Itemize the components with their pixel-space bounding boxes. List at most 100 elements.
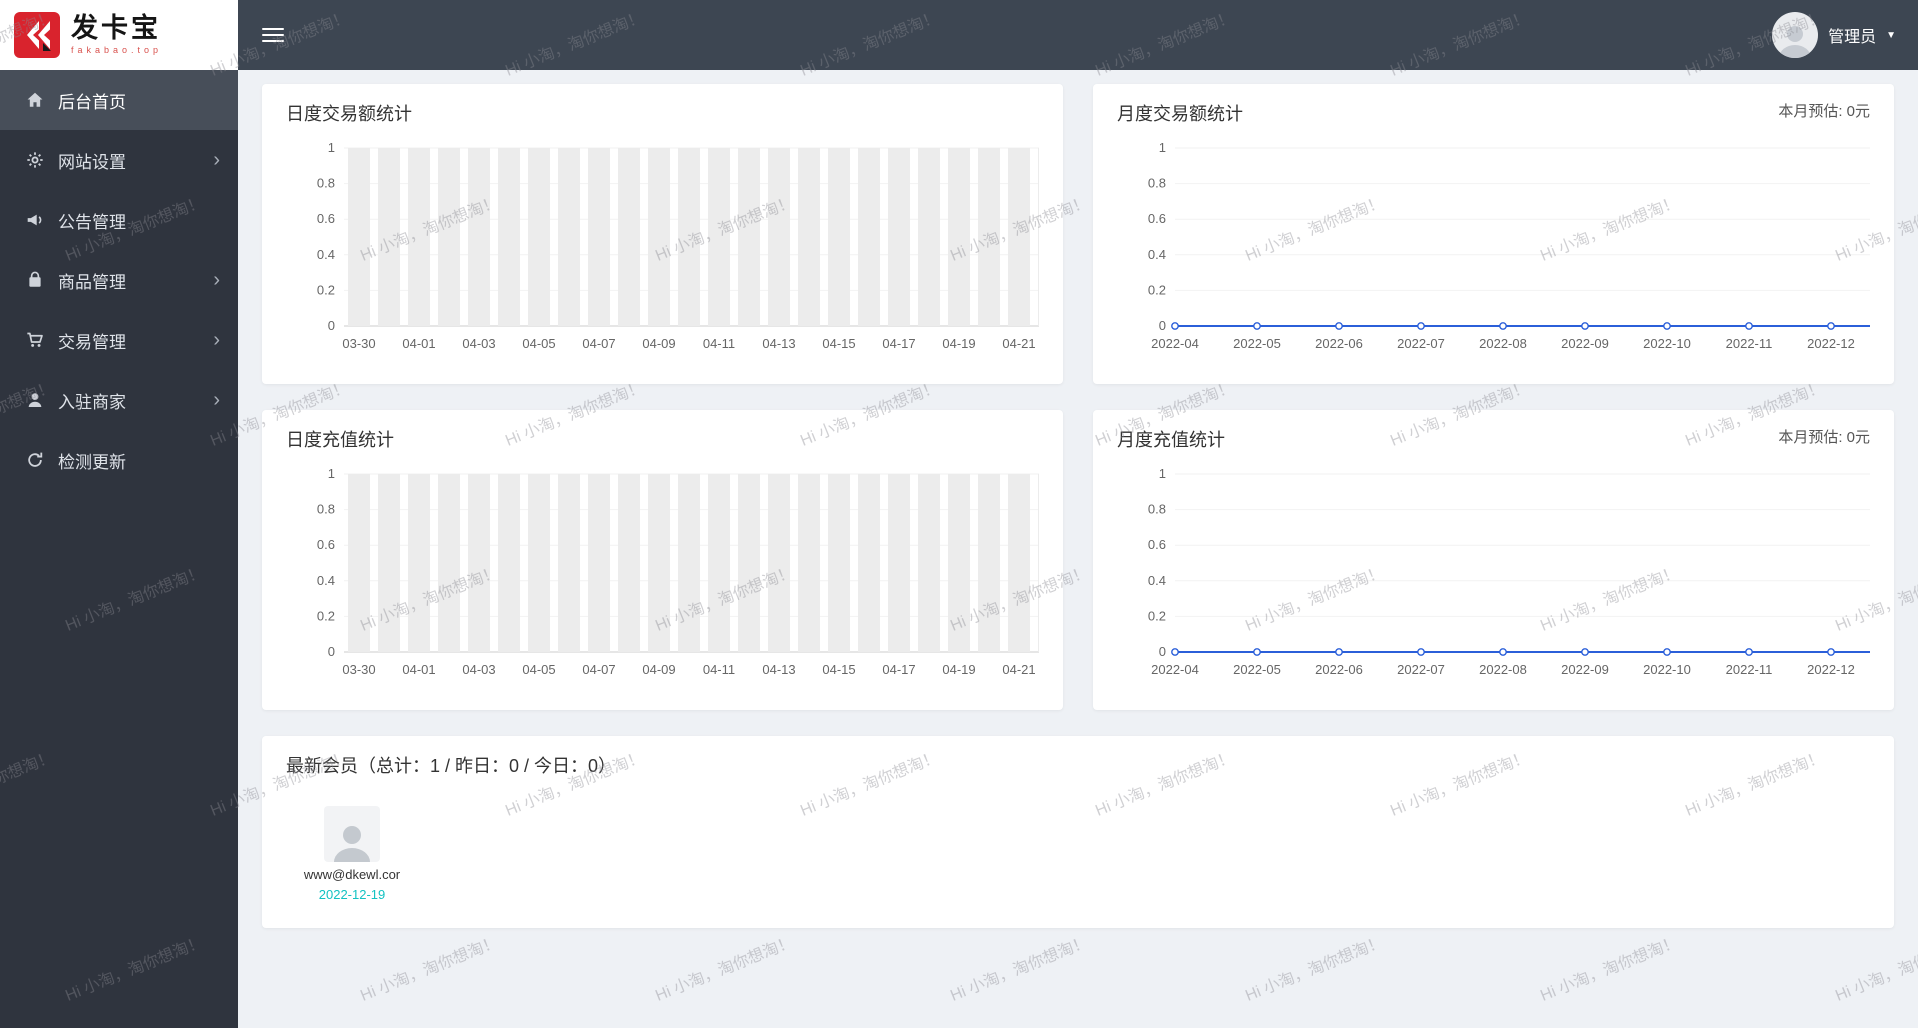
sidebar-item-dashboard[interactable]: 后台首页 bbox=[0, 70, 238, 130]
svg-text:2022-09: 2022-09 bbox=[1561, 662, 1609, 677]
brand-logo[interactable]: 发卡宝 fakabao.top bbox=[0, 0, 238, 70]
svg-text:04-09: 04-09 bbox=[642, 336, 675, 351]
sidebar-item-products[interactable]: 商品管理 › bbox=[0, 250, 238, 310]
monthly-estimate: 本月预估: 0元 bbox=[1778, 103, 1870, 120]
daily-recharge-chart: 0 0.2 0.4 0.6 0.8 1 03-30 04-01 04-03 04-05 04-07 0… bbox=[317, 466, 1039, 677]
svg-text:0.6: 0.6 bbox=[1148, 537, 1166, 552]
svg-text:0.4: 0.4 bbox=[317, 247, 335, 262]
brand-domain: fakabao.top bbox=[71, 45, 163, 55]
svg-text:0.6: 0.6 bbox=[317, 211, 335, 226]
chevron-right-icon: › bbox=[213, 329, 220, 351]
svg-text:04-15: 04-15 bbox=[822, 336, 855, 351]
svg-text:1: 1 bbox=[328, 140, 335, 155]
card-monthly-recharge: 月度充值统计 本月预估: 0元 0 0.2 0.4 0.6 0.8 1 2022-04 202… bbox=[1093, 410, 1894, 710]
svg-text:0.4: 0.4 bbox=[1148, 573, 1166, 588]
svg-text:2022-04: 2022-04 bbox=[1151, 336, 1199, 351]
card-title: 日度交易额统计 bbox=[286, 104, 412, 124]
refresh-icon bbox=[26, 451, 44, 469]
svg-text:2022-11: 2022-11 bbox=[1726, 336, 1773, 351]
svg-text:0: 0 bbox=[328, 644, 335, 659]
announcement-icon bbox=[26, 211, 44, 229]
svg-text:04-19: 04-19 bbox=[942, 662, 975, 677]
member-name: www@dkewl.cor bbox=[303, 867, 401, 882]
svg-text:04-21: 04-21 bbox=[1002, 662, 1035, 677]
svg-text:04-01: 04-01 bbox=[402, 336, 435, 351]
brand-name: 发卡宝 bbox=[71, 13, 161, 43]
svg-text:2022-06: 2022-06 bbox=[1315, 662, 1363, 677]
svg-text:04-11: 04-11 bbox=[703, 662, 735, 677]
members-title: 最新会员（总计：1 / 昨日：0 / 今日：0） bbox=[286, 756, 617, 776]
daily-trade-chart-area: 0 0.2 0.4 0.6 0.8 1 03-30 04-01 04-03 04-05 04-07 0… bbox=[286, 134, 1039, 368]
svg-text:04-03: 04-03 bbox=[462, 662, 495, 677]
sidebar-item-site-settings[interactable]: 网站设置 › bbox=[0, 130, 238, 190]
svg-text:2022-07: 2022-07 bbox=[1397, 662, 1445, 677]
svg-text:1: 1 bbox=[1159, 466, 1166, 481]
svg-text:04-17: 04-17 bbox=[882, 662, 915, 677]
svg-text:0.6: 0.6 bbox=[1148, 211, 1166, 226]
svg-text:2022-10: 2022-10 bbox=[1643, 662, 1691, 677]
monthly-trade-chart: 0 0.2 0.4 0.6 0.8 1 2022-04 2022-05 2022-06 2022-… bbox=[1148, 140, 1870, 351]
sidebar-item-merchants[interactable]: 入驻商家 › bbox=[0, 370, 238, 430]
main-content: 日度交易额统计 0 0.2 0.4 0.6 0.8 1 03-30 04-01 04-03 04-… bbox=[238, 70, 1918, 1028]
svg-text:0: 0 bbox=[1159, 644, 1166, 659]
svg-text:2022-08: 2022-08 bbox=[1479, 662, 1527, 677]
sidebar-item-label: 网站设置 bbox=[58, 152, 126, 172]
svg-text:04-03: 04-03 bbox=[462, 336, 495, 351]
user-name: 管理员 bbox=[1828, 29, 1877, 46]
monthly-estimate: 本月预估: 0元 bbox=[1778, 429, 1870, 446]
sidebar-item-label: 商品管理 bbox=[58, 272, 126, 292]
brand-logo-icon bbox=[14, 12, 60, 58]
sidebar-item-check-update[interactable]: 检测更新 bbox=[0, 430, 238, 490]
card-monthly-trade: 月度交易额统计 本月预估: 0元 0 0.2 0.4 0.6 0.8 1 2022-04 20… bbox=[1093, 84, 1894, 384]
svg-text:2022-11: 2022-11 bbox=[1726, 662, 1773, 677]
svg-text:2022-12: 2022-12 bbox=[1807, 662, 1855, 677]
card-title: 日度充值统计 bbox=[286, 430, 394, 450]
chevron-right-icon: › bbox=[213, 149, 220, 171]
svg-text:0.2: 0.2 bbox=[1148, 608, 1166, 623]
sidebar: 发卡宝 fakabao.top 后台首页 网站设置 › 公告管理 商品管理 › … bbox=[0, 0, 238, 1028]
cart-icon bbox=[26, 331, 44, 349]
sidebar-item-label: 入驻商家 bbox=[58, 392, 126, 412]
svg-text:0.8: 0.8 bbox=[1148, 502, 1166, 517]
chevron-right-icon: › bbox=[213, 389, 220, 411]
svg-text:0.4: 0.4 bbox=[1148, 247, 1166, 262]
svg-text:0.2: 0.2 bbox=[317, 608, 335, 623]
home-icon bbox=[26, 91, 44, 109]
chevron-right-icon: › bbox=[213, 269, 220, 291]
member-register-date: 2022-12-19 bbox=[318, 887, 386, 902]
svg-text:2022-05: 2022-05 bbox=[1233, 662, 1281, 677]
svg-text:0.4: 0.4 bbox=[317, 573, 335, 588]
svg-text:04-07: 04-07 bbox=[582, 662, 615, 677]
svg-text:04-11: 04-11 bbox=[703, 336, 735, 351]
card-daily-trade: 日度交易额统计 0 0.2 0.4 0.6 0.8 1 03-30 04-01 04-03 04-… bbox=[262, 84, 1063, 384]
sidebar-item-label: 后台首页 bbox=[58, 92, 126, 112]
member-avatar bbox=[324, 806, 380, 862]
charts-row-1: 日度交易额统计 0 0.2 0.4 0.6 0.8 1 03-30 04-01 04-03 04-… bbox=[262, 84, 1894, 384]
svg-text:0.6: 0.6 bbox=[317, 537, 335, 552]
sidebar-item-trades[interactable]: 交易管理 › bbox=[0, 310, 238, 370]
daily-trade-chart: 0 0.2 0.4 0.6 0.8 1 03-30 04-01 04-03 04-05 04-07 0… bbox=[317, 140, 1039, 351]
user-avatar bbox=[1772, 12, 1819, 58]
svg-text:04-07: 04-07 bbox=[582, 336, 615, 351]
svg-text:04-13: 04-13 bbox=[762, 336, 795, 351]
svg-text:0.2: 0.2 bbox=[317, 282, 335, 297]
user-menu[interactable]: 管理员 ▼ bbox=[1772, 12, 1896, 58]
card-latest-members: 最新会员（总计：1 / 昨日：0 / 今日：0） www@dkewl.cor 2… bbox=[262, 736, 1894, 928]
svg-text:04-05: 04-05 bbox=[522, 336, 555, 351]
card-daily-recharge: 日度充值统计 0 0.2 0.4 0.6 0.8 1 03-30 04-01 04-03 04-0… bbox=[262, 410, 1063, 710]
svg-text:2022-08: 2022-08 bbox=[1479, 336, 1527, 351]
charts-row-2: 日度充值统计 0 0.2 0.4 0.6 0.8 1 03-30 04-01 04-03 04-0… bbox=[262, 410, 1894, 710]
svg-text:04-19: 04-19 bbox=[942, 336, 975, 351]
sidebar-item-label: 交易管理 bbox=[58, 332, 126, 352]
menu-toggle-icon[interactable] bbox=[260, 18, 286, 52]
monthly-trade-chart-area: 0 0.2 0.4 0.6 0.8 1 2022-04 2022-05 2022-06 2022-… bbox=[1117, 134, 1870, 368]
sidebar-item-announcements[interactable]: 公告管理 bbox=[0, 190, 238, 250]
svg-text:0.8: 0.8 bbox=[1148, 176, 1166, 191]
svg-text:1: 1 bbox=[328, 466, 335, 481]
member-item[interactable]: www@dkewl.cor 2022-12-19 bbox=[304, 806, 400, 902]
sidebar-item-label: 检测更新 bbox=[58, 452, 126, 472]
svg-text:2022-09: 2022-09 bbox=[1561, 336, 1609, 351]
svg-text:04-01: 04-01 bbox=[402, 662, 435, 677]
topbar: 管理员 ▼ bbox=[238, 0, 1918, 70]
svg-text:0.2: 0.2 bbox=[1148, 282, 1166, 297]
